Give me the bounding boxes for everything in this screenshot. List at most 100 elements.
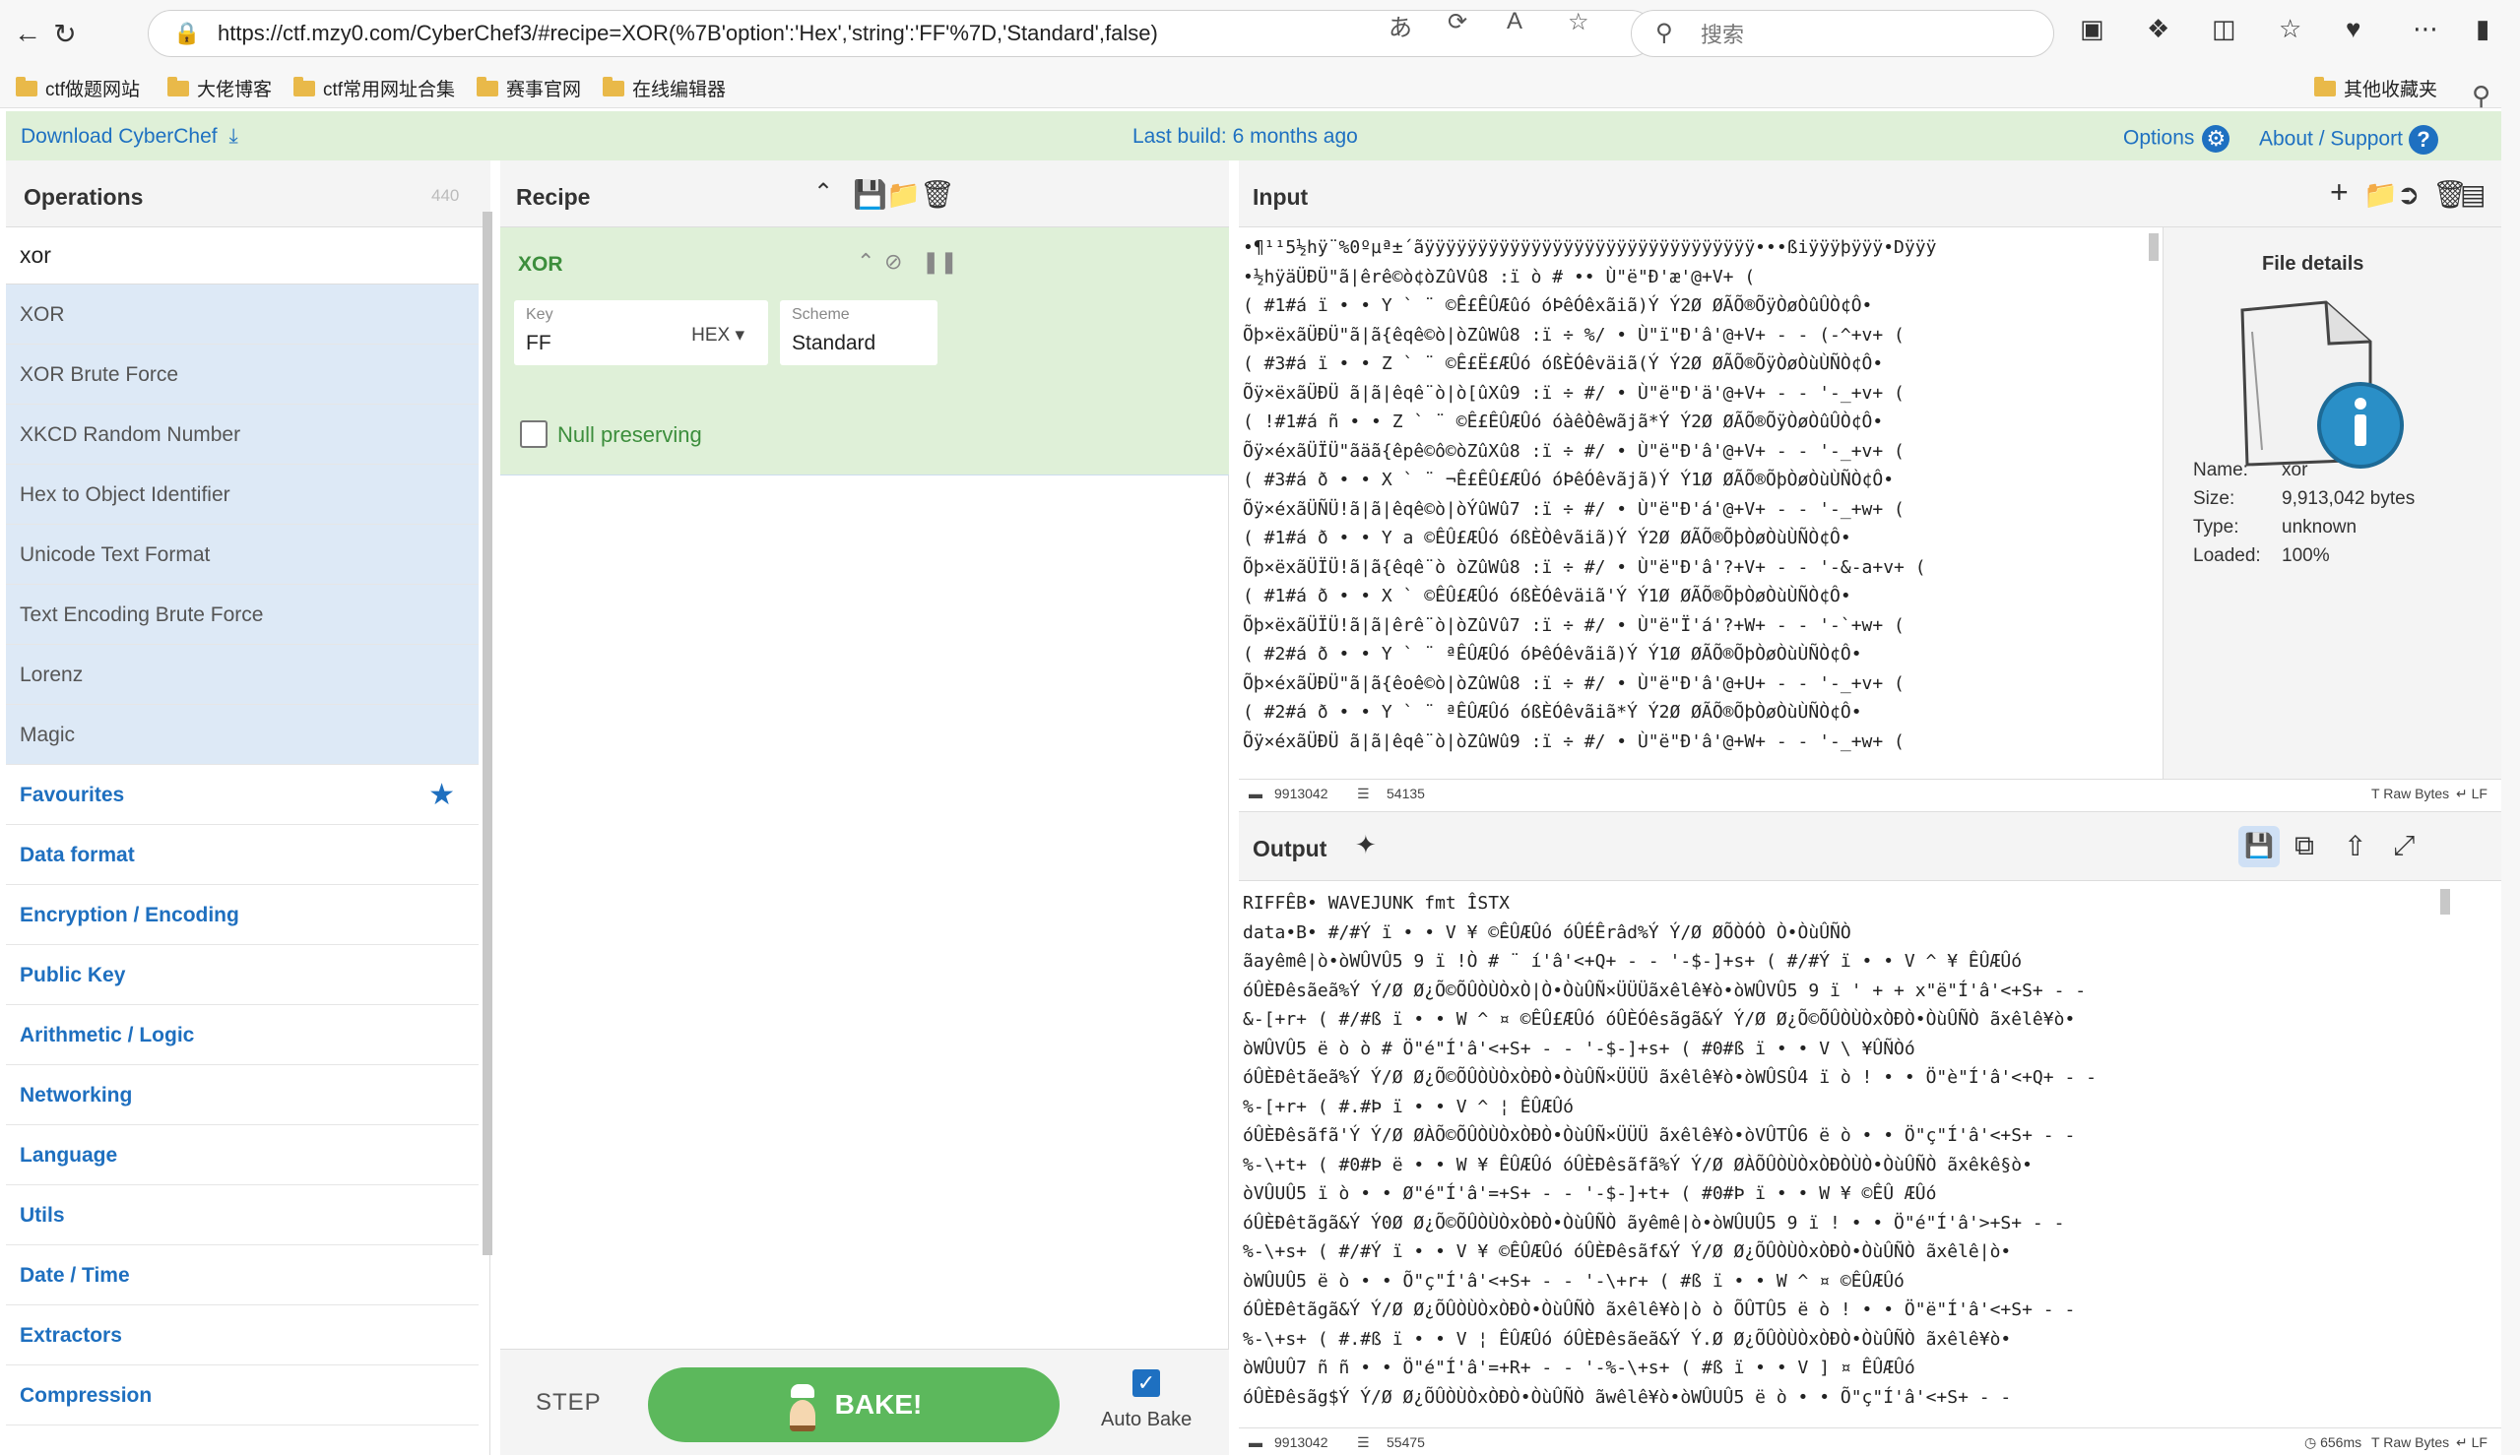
output-lines: 55475: [1387, 1434, 1425, 1450]
favorite-star-icon[interactable]: ☆: [1568, 8, 1589, 36]
bake-time: ◷ 656ms: [2304, 1434, 2361, 1451]
category-label: Compression: [20, 1384, 153, 1407]
bookmark-label: 大佬博客: [197, 80, 273, 100]
null-preserving-checkbox[interactable]: [520, 420, 548, 448]
text-line: Õþ×ëxãÜÏÜ!ã|ã|êrê¨ò|òZûVû7 :ï ÷ #/ • Ù"ë…: [1243, 614, 1905, 636]
bake-button[interactable]: BAKE!: [648, 1367, 1060, 1442]
sidebar-toggle-icon[interactable]: ▮: [2476, 14, 2489, 44]
bookmark-folder[interactable]: 在线编辑器: [603, 75, 726, 101]
bookmark-folder[interactable]: ctf做题网站: [16, 75, 140, 101]
star-icon: ★: [428, 779, 455, 811]
pause-icon[interactable]: ❚❚: [922, 249, 958, 275]
operation-label-part: KCD Random Number: [33, 423, 241, 446]
address-bar[interactable]: 🔒 https://ctf.mzy0.com/CyberChef3/#recip…: [148, 10, 1654, 57]
scheme-label: Scheme: [792, 306, 850, 323]
operations-search-input[interactable]: [6, 227, 479, 285]
operations-scrollbar[interactable]: [483, 212, 492, 1255]
operation-item[interactable]: Lorenz: [6, 645, 479, 705]
operation-item[interactable]: Magic: [6, 705, 479, 765]
category-item[interactable]: Data format: [6, 825, 479, 885]
folder-icon: [16, 76, 37, 96]
category-item[interactable]: Networking: [6, 1065, 479, 1125]
eol-selector[interactable]: ↵ LF: [2456, 786, 2488, 802]
disable-icon[interactable]: ⊘: [884, 249, 902, 275]
folder-icon[interactable]: 📁: [886, 178, 921, 211]
read-aloud-icon[interactable]: A: [1507, 8, 1522, 35]
replace-input-icon[interactable]: ⇧: [2344, 830, 2366, 862]
trash-icon[interactable]: 🗑: [920, 178, 955, 211]
xor-operation[interactable]: XOR ⌃ ⊘ ❚❚ Key FF HEX ▾ Scheme Standard …: [500, 227, 1229, 475]
operation-item[interactable]: Unicode Text Format: [6, 525, 479, 585]
category-item[interactable]: Language: [6, 1125, 479, 1185]
eol-selector[interactable]: ↵ LF: [2456, 1434, 2488, 1451]
input-textarea[interactable]: •¶¹¹5½hÿ¨%0ºµª±´ãÿÿÿÿÿÿÿÿÿÿÿÿÿÿÿÿÿÿÿÿÿÿÿ…: [1243, 233, 2149, 779]
input-scrollbar[interactable]: [2149, 233, 2159, 261]
favorites-icon[interactable]: ☆: [2279, 14, 2301, 44]
category-item[interactable]: Arithmetic / Logic: [6, 1005, 479, 1065]
text-line: ( #2#á ð • • Y ` ¨ ªÊÛÆÛó óßÈÓêvãiã*Ý Ý2…: [1243, 702, 1862, 723]
save-icon[interactable]: 💾: [853, 178, 887, 211]
translate-icon[interactable]: あ: [1389, 8, 1412, 42]
bookmark-folder[interactable]: ctf常用网址合集: [293, 75, 455, 101]
magic-wand-icon[interactable]: ✦: [1355, 830, 1377, 860]
step-button[interactable]: STEP: [536, 1389, 602, 1417]
output-scrollbar[interactable]: [2440, 889, 2450, 915]
category-label: Date / Time: [20, 1264, 130, 1287]
text-line: óÛÈÐêsãg$Ý Ý/Ø Ø¿ÕÛÒÙÒxÒÐÒ•ÒùÛÑÒ ãwêlê¥ò…: [1243, 1386, 2012, 1408]
chevron-up-icon[interactable]: ⌃: [813, 178, 833, 207]
reload-icon[interactable]: ↻: [45, 14, 85, 53]
browser-essentials-icon[interactable]: ♥: [2346, 14, 2360, 44]
options-button[interactable]: Options ⚙: [2123, 125, 2230, 153]
extensions-icon[interactable]: ❖: [2147, 14, 2169, 44]
folder-icon: [2314, 76, 2336, 96]
auto-bake-checkbox[interactable]: ✓: [1132, 1369, 1160, 1397]
category-item[interactable]: Compression: [6, 1365, 479, 1425]
text-encoding-icon: T: [2371, 1434, 2384, 1450]
arrow-left-icon[interactable]: ←: [8, 14, 47, 53]
category-item[interactable]: Favourites ★: [6, 765, 479, 825]
input-lines: 54135: [1387, 786, 1425, 801]
category-label: Arithmetic / Logic: [20, 1024, 195, 1046]
folder-icon[interactable]: 📁: [2363, 178, 2398, 211]
browser-search-input[interactable]: ⚲ 搜索: [1631, 10, 2054, 57]
question-icon: ?: [2408, 125, 2438, 155]
category-item[interactable]: Public Key: [6, 945, 479, 1005]
more-menu-icon[interactable]: ⋯: [2413, 14, 2438, 44]
text-line: Õþ×éxãÜÐÜ"ã|ã{êoê©ò|òZûWû8 :ï ÷ #/ • Ù"ë…: [1243, 672, 1905, 694]
save-icon[interactable]: 💾: [2238, 826, 2280, 867]
key-field[interactable]: Key FF HEX ▾: [514, 300, 768, 365]
expand-icon[interactable]: ⤢: [2393, 830, 2415, 862]
search-icon[interactable]: ⚲: [2472, 81, 2490, 111]
key-format-select[interactable]: HEX ▾: [691, 324, 744, 347]
download-cyberchef-link[interactable]: Download CyberChef ⤓: [21, 125, 238, 149]
other-bookmarks[interactable]: 其他收藏夹: [2314, 75, 2437, 101]
operation-item[interactable]: XOR Brute Force: [6, 345, 479, 405]
encoding-selector[interactable]: T Raw Bytes: [2371, 786, 2449, 801]
open-file-icon[interactable]: ➲: [2397, 178, 2420, 211]
split-screen-icon[interactable]: ◫: [2212, 14, 2236, 44]
operation-label-part: x: [122, 543, 134, 566]
operation-item[interactable]: XOR: [6, 285, 479, 345]
category-item[interactable]: Extractors: [6, 1305, 479, 1365]
bookmark-folder[interactable]: 大佬博客: [167, 75, 272, 101]
category-item[interactable]: Date / Time: [6, 1245, 479, 1305]
plus-icon[interactable]: +: [2330, 174, 2349, 211]
copy-icon[interactable]: ⧉: [2294, 830, 2314, 862]
text-line: •¶¹¹5½hÿ¨%0ºµª±´ãÿÿÿÿÿÿÿÿÿÿÿÿÿÿÿÿÿÿÿÿÿÿÿ…: [1243, 237, 1937, 258]
encoding-selector[interactable]: T Raw Bytes: [2371, 1434, 2449, 1450]
refresh-circle-icon[interactable]: ⟳: [1448, 8, 1467, 36]
category-item[interactable]: Encryption / Encoding: [6, 885, 479, 945]
layout-icon[interactable]: ▤: [2460, 178, 2486, 211]
media-icon[interactable]: ▣: [2080, 14, 2104, 44]
operation-item[interactable]: Text Encoding Brute Force: [6, 585, 479, 645]
bookmark-folder[interactable]: 赛事官网: [477, 75, 581, 101]
about-support-button[interactable]: About / Support?: [2259, 125, 2438, 155]
operation-item[interactable]: Hex to Object Identifier: [6, 465, 479, 525]
detail-value: xor: [2282, 460, 2308, 480]
scheme-field[interactable]: Scheme Standard: [780, 300, 937, 365]
operations-list: XOR XOR Brute Force XKCD Random Number Hex …: [6, 285, 479, 1425]
category-item[interactable]: Utils: [6, 1185, 479, 1245]
operation-item[interactable]: XKCD Random Number: [6, 405, 479, 465]
chevron-up-icon[interactable]: ⌃: [857, 249, 874, 275]
output-textarea[interactable]: RIFFÊB• WAVEJUNK fmt ÎSTX data•B• #/#Ý ï …: [1243, 889, 2454, 1421]
